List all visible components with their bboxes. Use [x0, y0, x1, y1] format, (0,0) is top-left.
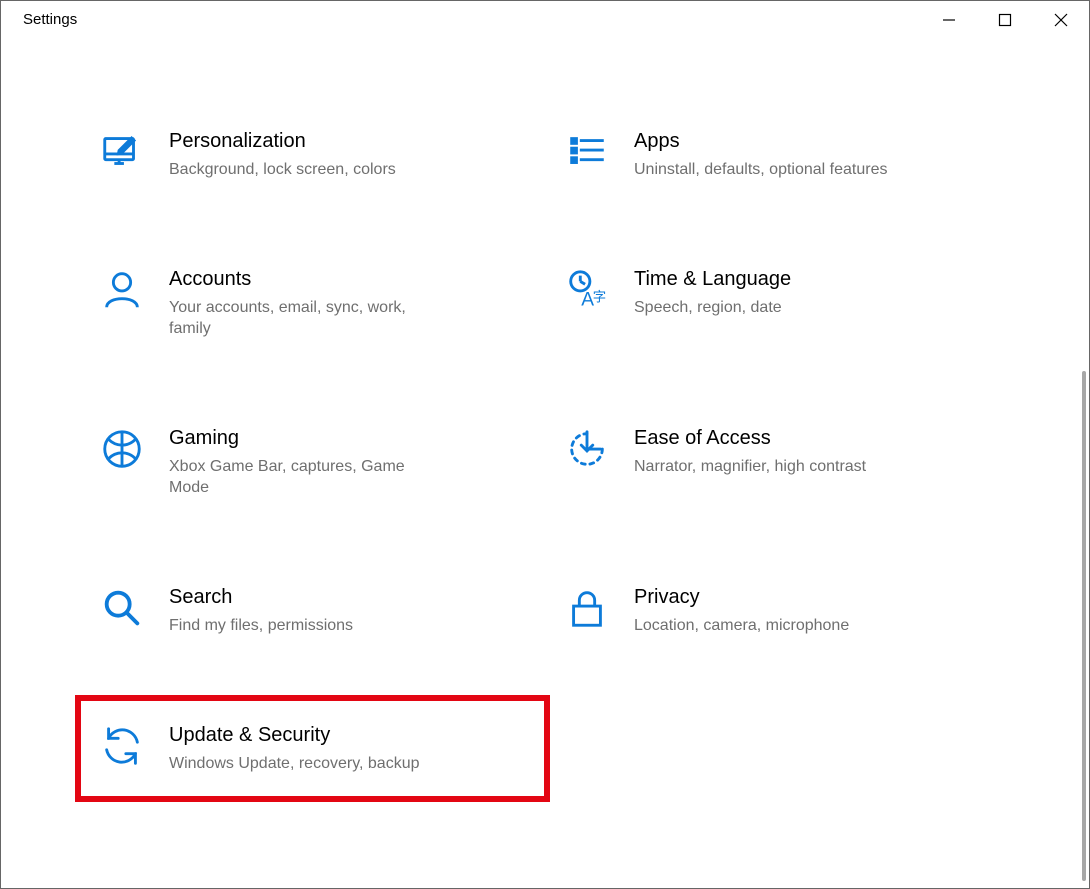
search-icon: [99, 585, 145, 631]
tile-title: Gaming: [169, 426, 429, 450]
tile-desc: Background, lock screen, colors: [169, 159, 429, 181]
tile-search[interactable]: Search Find my files, permissions: [95, 577, 530, 645]
tile-desc: Uninstall, defaults, optional features: [634, 159, 894, 181]
tile-title: Search: [169, 585, 429, 609]
svg-text:字: 字: [593, 289, 606, 304]
apps-icon: [564, 129, 610, 175]
tile-desc: Location, camera, microphone: [634, 615, 894, 637]
tile-update-security[interactable]: Update & Security Windows Update, recove…: [95, 715, 530, 783]
tile-privacy[interactable]: Privacy Location, camera, microphone: [560, 577, 995, 645]
tile-desc: Windows Update, recovery, backup: [169, 753, 429, 775]
tile-desc: Your accounts, email, sync, work, family: [169, 297, 429, 340]
tile-ease-of-access[interactable]: Ease of Access Narrator, magnifier, high…: [560, 418, 995, 507]
close-button[interactable]: [1033, 1, 1089, 39]
minimize-button[interactable]: [921, 1, 977, 39]
tile-title: Accounts: [169, 267, 429, 291]
tile-gaming[interactable]: Gaming Xbox Game Bar, captures, Game Mod…: [95, 418, 530, 507]
settings-content: Personalization Background, lock screen,…: [1, 121, 1089, 888]
scrollbar-thumb[interactable]: [1082, 371, 1086, 881]
tile-desc: Find my files, permissions: [169, 615, 429, 637]
personalization-icon: [99, 129, 145, 175]
update-security-icon: [99, 723, 145, 769]
tile-desc: Xbox Game Bar, captures, Game Mode: [169, 456, 429, 499]
tile-title: Update & Security: [169, 723, 429, 747]
tile-title: Apps: [634, 129, 894, 153]
window-controls: [921, 1, 1089, 39]
gaming-icon: [99, 426, 145, 472]
ease-of-access-icon: [564, 426, 610, 472]
tile-apps[interactable]: Apps Uninstall, defaults, optional featu…: [560, 121, 995, 189]
privacy-icon: [564, 585, 610, 631]
tile-desc: Speech, region, date: [634, 297, 894, 319]
tile-title: Privacy: [634, 585, 894, 609]
tile-title: Personalization: [169, 129, 429, 153]
titlebar: Settings: [1, 1, 1089, 41]
tile-title: Ease of Access: [634, 426, 894, 450]
accounts-icon: [99, 267, 145, 313]
settings-grid: Personalization Background, lock screen,…: [95, 121, 995, 782]
time-language-icon: A 字: [564, 267, 610, 313]
settings-window: Settings: [0, 0, 1090, 889]
tile-desc: Narrator, magnifier, high contrast: [634, 456, 894, 478]
tile-time-language[interactable]: A 字 Time & Language Speech, region, date: [560, 259, 995, 348]
tile-accounts[interactable]: Accounts Your accounts, email, sync, wor…: [95, 259, 530, 348]
tile-title: Time & Language: [634, 267, 894, 291]
tile-personalization[interactable]: Personalization Background, lock screen,…: [95, 121, 530, 189]
window-title: Settings: [1, 1, 77, 28]
maximize-button[interactable]: [977, 1, 1033, 39]
